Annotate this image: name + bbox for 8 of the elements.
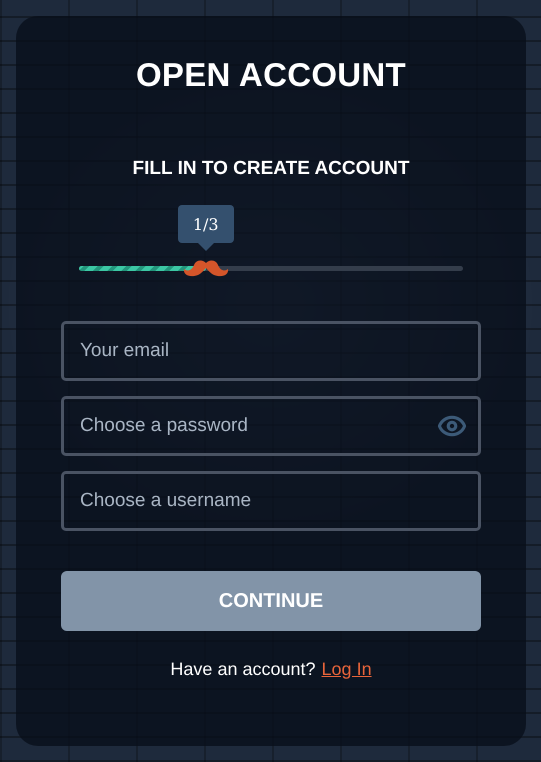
footer-text: Have an account? bbox=[170, 659, 316, 680]
password-field[interactable]: Choose a password bbox=[61, 396, 481, 456]
page-subtitle: FILL IN TO CREATE ACCOUNT bbox=[132, 158, 410, 180]
step-tooltip: 1/3 bbox=[178, 205, 234, 251]
page-title: OPEN ACCOUNT bbox=[136, 56, 406, 94]
text-field[interactable]: Choose a username bbox=[61, 471, 481, 531]
login-link[interactable]: Log In bbox=[322, 659, 372, 680]
text-field[interactable]: Your email bbox=[61, 321, 481, 381]
